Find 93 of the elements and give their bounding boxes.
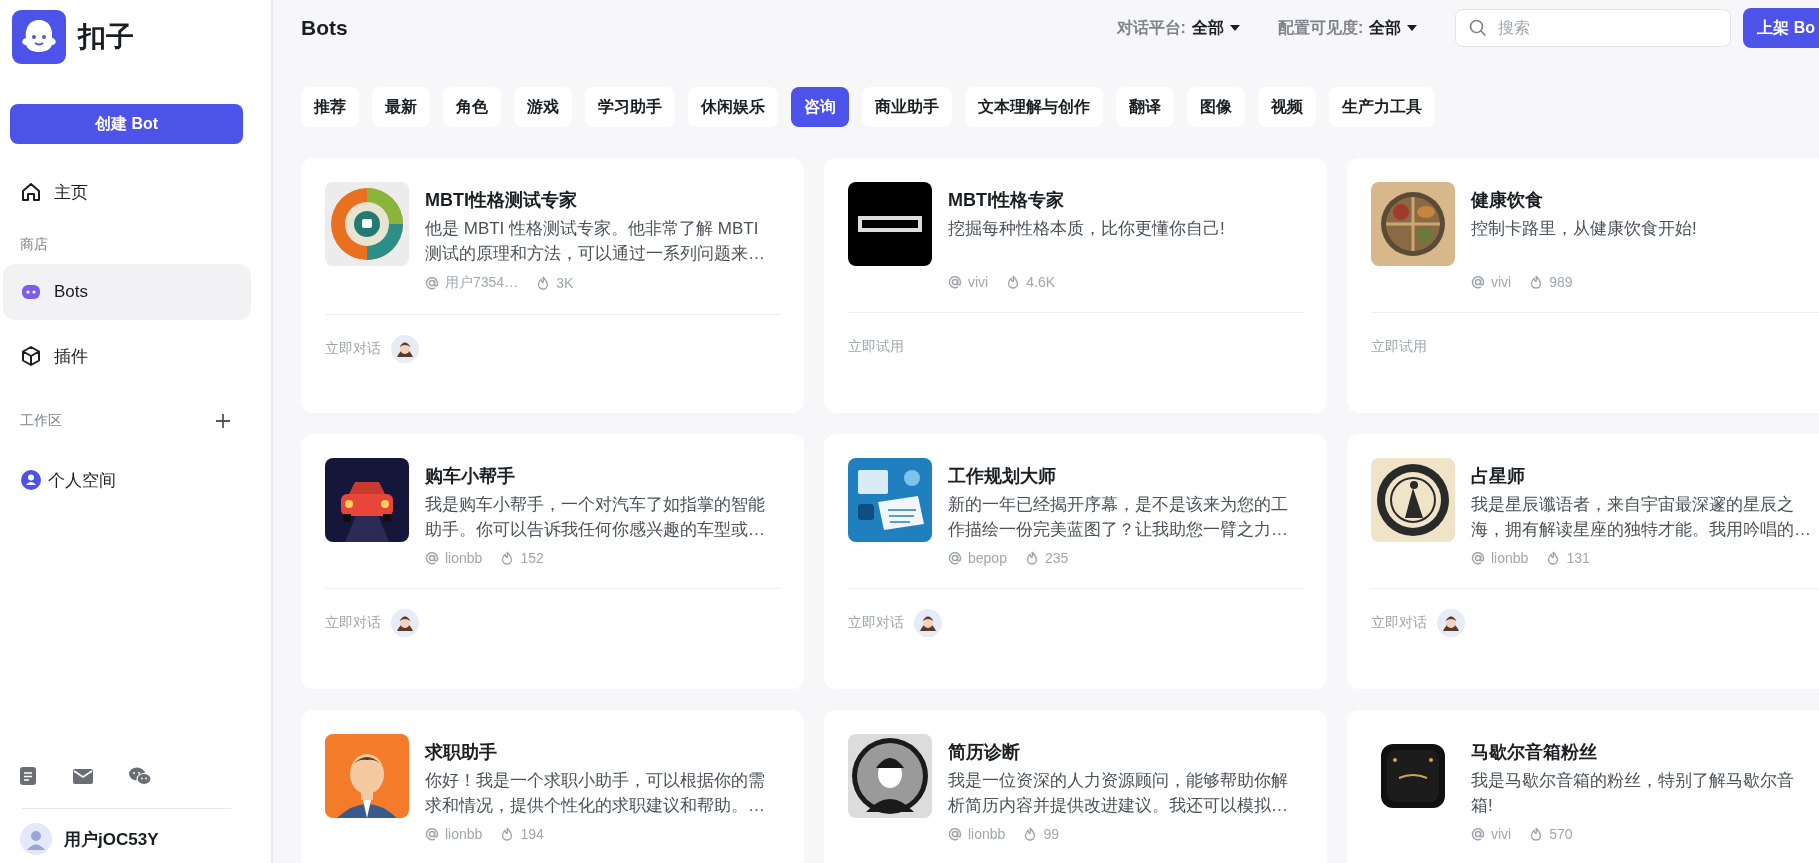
category-tab[interactable]: 商业助手 [862,87,952,127]
usage-count: 989 [1549,274,1573,290]
sidebar-item[interactable]: 插件 [3,328,251,384]
category-tab[interactable]: 生产力工具 [1329,87,1435,127]
home-icon [20,181,42,203]
category-tab[interactable]: 角色 [443,87,501,127]
usage-count: 194 [520,826,544,842]
author-name: lionbb [445,550,483,566]
flame-icon [1529,827,1544,841]
author-name: lionbb [1491,550,1529,566]
logo-icon [12,10,66,64]
author-name: 用户7354… [445,274,519,292]
bot-description: 你好！我是一个求职小助手，可以根据你的需求和情况，提供个性化的求职建议和帮助。… [425,770,766,817]
filter-dropdown[interactable]: 对话平台: 全部 [1116,17,1240,39]
category-tab[interactable]: 咨询 [791,87,849,127]
author-name: vivi [968,274,989,290]
usage-count: 4.6K [1026,274,1056,290]
category-tab[interactable]: 休闲娱乐 [688,87,778,127]
flame-icon [1546,551,1561,565]
bot-title: 求职助手 [425,741,498,764]
bot-title: 购车小帮手 [425,465,516,488]
category-tab[interactable]: 学习助手 [585,87,675,127]
category-tab[interactable]: 翻译 [1116,87,1174,127]
caret-icon [1407,24,1418,32]
chat-icon[interactable] [128,766,152,786]
sidebar-item[interactable]: Bots [3,264,251,320]
bot-title: MBTI性格测试专家 [425,189,578,212]
create-bot-button[interactable]: 创建 Bot [10,104,243,144]
user-name: 用户jOC53Y [64,828,159,851]
category-tab[interactable]: 最新 [372,87,430,127]
bot-description: 我是星辰谶语者，来自宇宙最深邃的星辰之海，拥有解读星座的独特才能。我用吟唱的… [1471,494,1812,541]
avatar-icon [20,823,52,855]
usage-count: 152 [520,550,544,566]
bot-description: 控制卡路里，从健康饮食开始! [1471,218,1698,240]
bot-title: 占星师 [1471,465,1526,488]
section-label: 商店 [20,236,48,254]
author-name: lionbb [445,826,483,842]
author-name: vivi [1491,826,1512,842]
usage-count: 235 [1044,550,1069,566]
author-name: lionbb [968,826,1006,842]
flame-icon [1529,275,1544,289]
bot-title: MBTI性格专家 [948,189,1065,212]
category-tab[interactable]: 图像 [1187,87,1245,127]
at-icon [1471,551,1485,565]
flame-icon [500,827,515,841]
at-icon [425,551,439,565]
filter-dropdown[interactable]: 配置可见度: 全部 [1277,17,1418,39]
sidebar-item[interactable]: 主页 [3,164,251,220]
bot-description: 我是购车小帮手，一个对汽车了如指掌的智能助手。你可以告诉我任何你感兴趣的车型或… [425,494,766,541]
bot-description: 我是一位资深的人力资源顾问，能够帮助你解析简历内容并提供改进建议。我还可以模拟… [948,770,1289,817]
category-tab[interactable]: 文本理解与创作 [965,87,1103,127]
category-tab[interactable]: 推荐 [301,87,359,127]
at-icon [948,551,962,565]
person-icon [20,469,42,491]
bot-description: 我是马歇尔音箱的粉丝，特别了解马歇尔音箱! [1471,770,1795,817]
bot-description: 他是 MBTI 性格测试专家。他非常了解 MBTI 测试的原理和方法，可以通过一系列问题来… [425,218,766,265]
caret-icon [1229,24,1240,32]
page-title: Bots [301,16,349,40]
at-icon [425,276,439,290]
usage-count: 99 [1043,826,1059,842]
app-name: 扣子 [78,20,134,54]
bot-description: 新的一年已经揭开序幕，是不是该来为您的工作描绘一份完美蓝图了？让我助您一臂之力… [948,494,1289,541]
add-icon[interactable] [215,413,231,429]
section-label: 工作区 [20,412,62,430]
at-icon [425,827,439,841]
bot-title: 简历诊断 [948,741,1021,764]
flame-icon [1023,827,1038,841]
sidebar-item[interactable]: 个人空间 [3,452,251,508]
flame-icon [1006,275,1021,289]
flame-icon [500,551,515,565]
usage-count: 3K [556,275,574,291]
bot-description: 挖掘每种性格本质，比你更懂你自己! [948,218,1226,240]
mail-icon[interactable] [72,767,94,785]
usage-count: 570 [1549,826,1573,842]
author-name: vivi [1491,274,1512,290]
at-icon [948,275,962,289]
category-tab[interactable]: 游戏 [514,87,572,127]
bot-title: 工作规划大师 [948,465,1057,488]
bot-title: 马歇尔音箱粉丝 [1471,741,1598,764]
bot-title: 健康饮食 [1471,189,1544,212]
publish-bot-button[interactable]: 上架 Bo [1743,8,1819,48]
search-field[interactable]: 搜索 [1455,9,1732,47]
search-icon [1469,19,1488,37]
at-icon [948,827,962,841]
cube-icon [20,345,42,367]
at-icon [1471,275,1485,289]
author-name: bepop [968,550,1007,566]
flame-icon [536,276,551,290]
category-tab[interactable]: 视频 [1258,87,1316,127]
at-icon [1471,827,1485,841]
document-icon[interactable] [18,766,38,786]
flame-icon [1024,551,1039,565]
usage-count: 131 [1566,550,1590,566]
